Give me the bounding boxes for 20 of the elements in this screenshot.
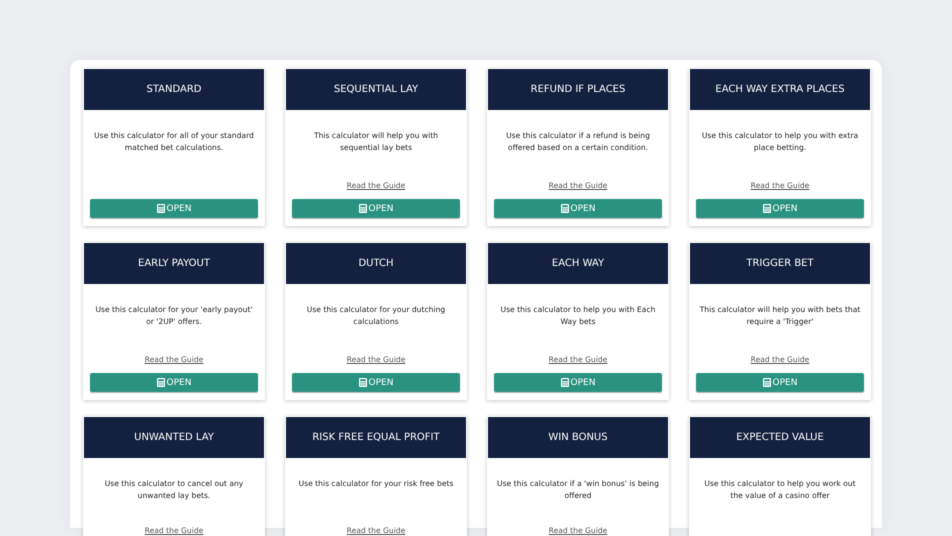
open-button[interactable]: OPEN	[292, 373, 460, 392]
open-button[interactable]: OPEN	[292, 199, 460, 218]
card-title: SEQUENTIAL LAY	[286, 69, 466, 110]
card-title: EACH WAY EXTRA PLACES	[690, 69, 870, 110]
card-title: EACH WAY	[488, 243, 668, 284]
open-button[interactable]: OPEN	[90, 373, 258, 392]
card-title: UNWANTED LAY	[84, 417, 264, 458]
card-title: TRIGGER BET	[690, 243, 870, 284]
card-title: WIN BONUS	[488, 417, 668, 458]
open-button[interactable]: OPEN	[494, 373, 662, 392]
card-title: RISK FREE EQUAL PROFIT	[286, 417, 466, 458]
open-button[interactable]: OPEN	[696, 199, 864, 218]
card-title: EXPECTED VALUE	[690, 417, 870, 458]
open-button[interactable]: OPEN	[696, 373, 864, 392]
card-title: REFUND IF PLACES	[488, 69, 668, 110]
card-title: STANDARD	[84, 69, 264, 110]
open-button[interactable]: OPEN	[494, 199, 662, 218]
card-title: DUTCH	[286, 243, 466, 284]
card-title: EARLY PAYOUT	[84, 243, 264, 284]
open-button[interactable]: OPEN	[90, 199, 258, 218]
